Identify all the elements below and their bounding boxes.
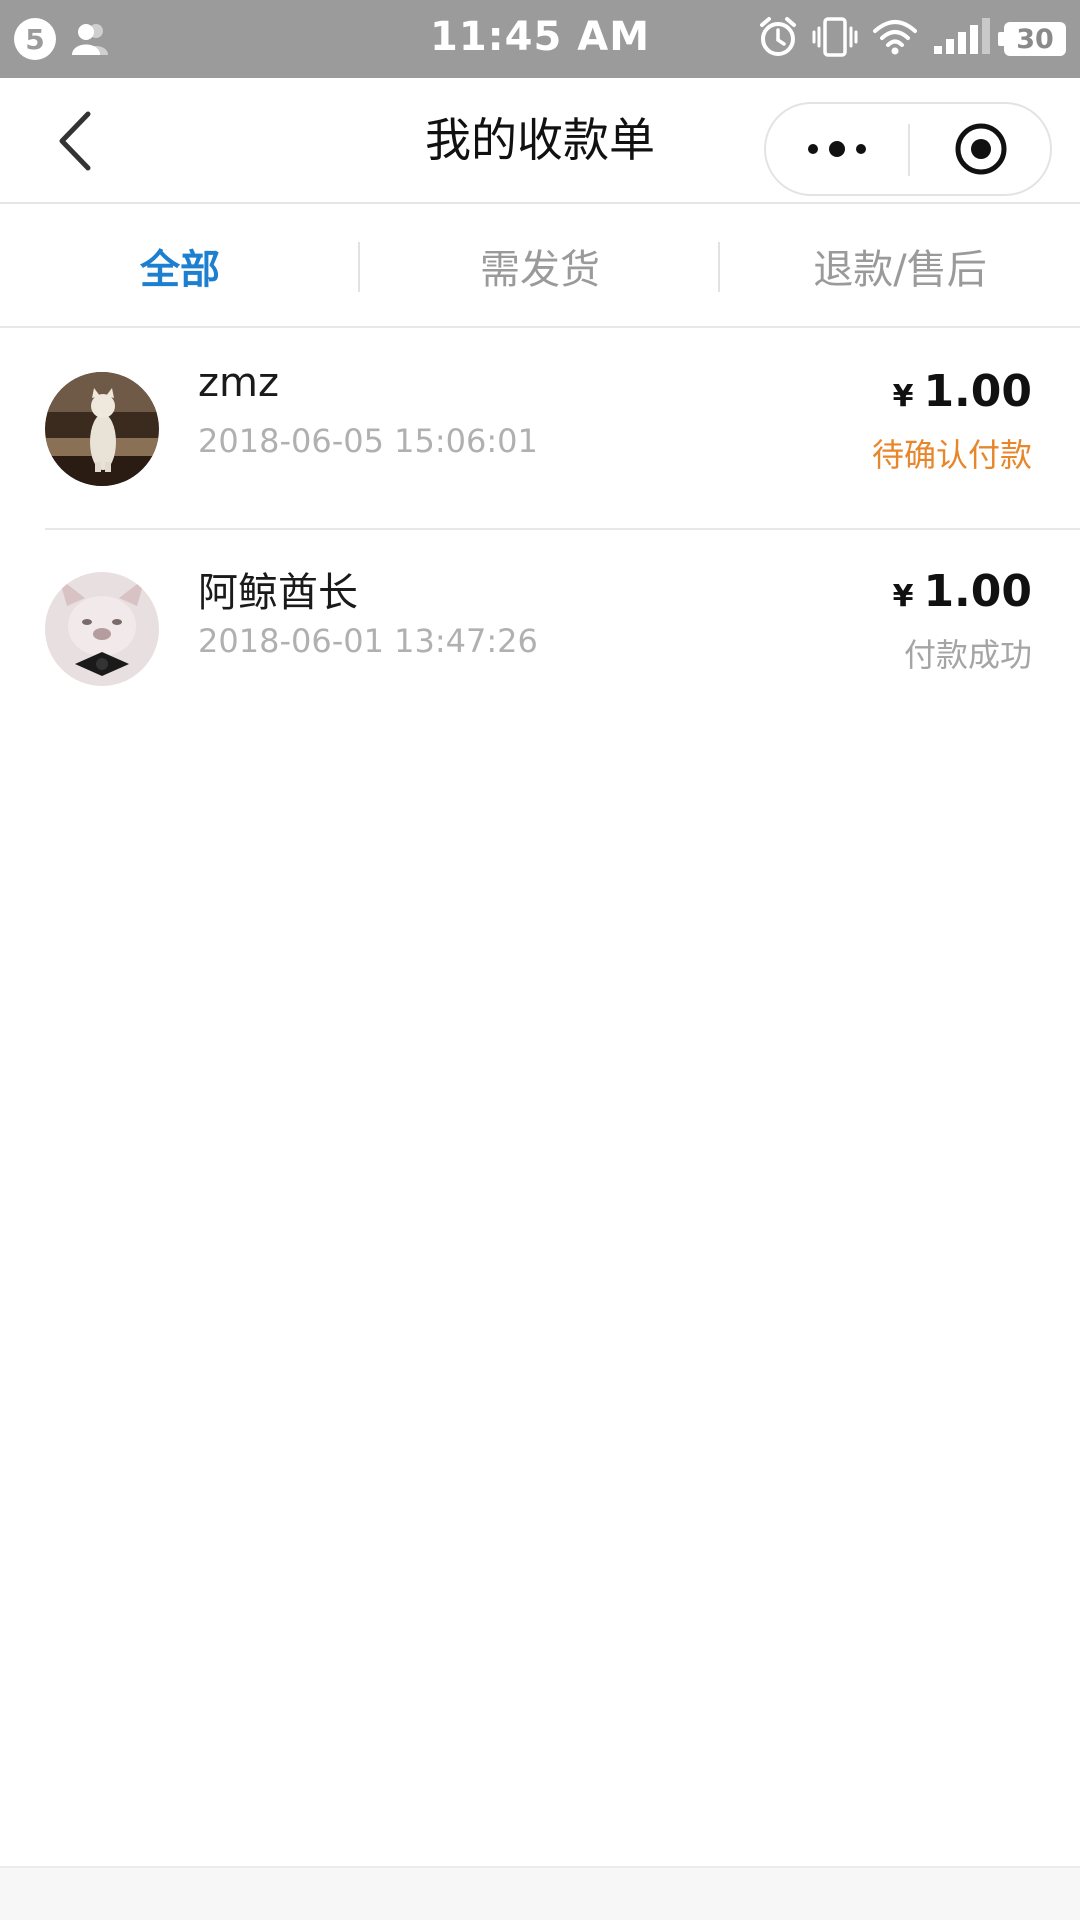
- order-status: 待确认付款: [871, 436, 1032, 474]
- close-target-icon: [955, 123, 1007, 175]
- order-amount: ¥1.00: [893, 566, 1032, 617]
- amount-value: 1.00: [923, 366, 1032, 417]
- cat-avatar: [45, 372, 159, 486]
- battery-icon: 30: [998, 22, 1066, 56]
- wifi-icon: [872, 17, 918, 61]
- order-list: zmz 2018-06-05 15:06:01 ¥1.00 待确认付款 阿鲸酋长…: [0, 330, 1080, 730]
- order-item[interactable]: zmz 2018-06-05 15:06:01 ¥1.00 待确认付款: [0, 330, 1080, 530]
- currency-symbol: ¥: [892, 579, 914, 614]
- signal-icon: [932, 18, 990, 60]
- navigation-bar: 我的收款单: [0, 78, 1080, 204]
- more-dots-icon: [808, 141, 866, 157]
- buyer-name: 阿鲸酋长: [198, 570, 358, 616]
- bottom-strip: [0, 1866, 1080, 1920]
- tab-refund[interactable]: 退款/售后: [720, 206, 1080, 326]
- vibrate-icon: [812, 16, 858, 62]
- order-amount: ¥1.00: [893, 366, 1032, 417]
- tab-label: 全部: [140, 247, 220, 293]
- buyer-name: zmz: [198, 360, 279, 406]
- dog-avatar: [45, 572, 159, 686]
- close-button[interactable]: [910, 104, 1052, 194]
- order-status: 付款成功: [903, 636, 1032, 674]
- more-button[interactable]: [766, 104, 908, 194]
- amount-value: 1.00: [923, 566, 1032, 617]
- tab-label: 需发货: [480, 247, 600, 293]
- tab-label: 退款/售后: [813, 247, 987, 293]
- tab-all[interactable]: 全部: [0, 206, 360, 326]
- order-time: 2018-06-05 15:06:01: [198, 422, 538, 460]
- order-item[interactable]: 阿鲸酋长 2018-06-01 13:47:26 ¥1.00 付款成功: [0, 530, 1080, 730]
- mini-program-capsule: [764, 102, 1052, 196]
- tab-to-ship[interactable]: 需发货: [360, 206, 720, 326]
- status-bar: 5 11:45 AM 30: [0, 0, 1080, 78]
- alarm-icon: [758, 16, 798, 62]
- filter-tabs: 全部 需发货 退款/售后: [0, 206, 1080, 328]
- order-time: 2018-06-01 13:47:26: [198, 622, 538, 660]
- status-right: 30: [758, 16, 1066, 62]
- currency-symbol: ¥: [892, 379, 914, 414]
